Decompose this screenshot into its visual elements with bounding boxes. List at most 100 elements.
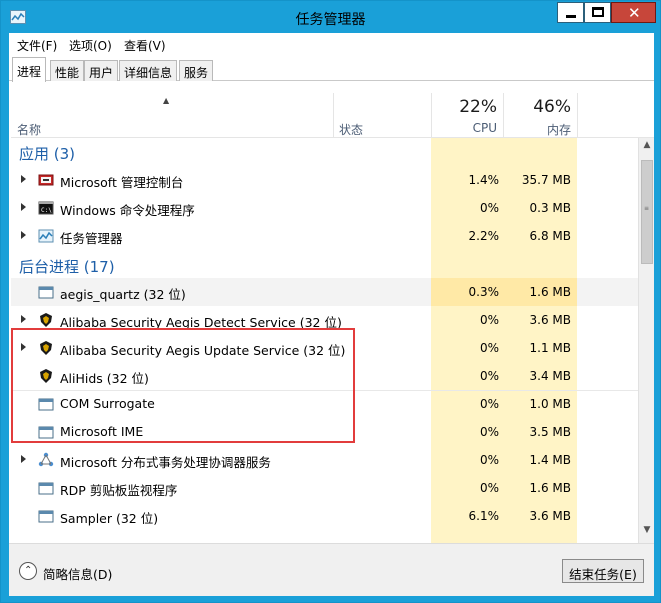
chevron-up-circle-icon: ⌃ — [19, 562, 37, 580]
grip-icon: ≡ — [644, 205, 650, 212]
highlight-annotation-box — [11, 328, 355, 443]
menu-file[interactable]: 文件(F) — [17, 37, 57, 54]
expand-arrow-icon[interactable] — [21, 203, 26, 211]
tab-users[interactable]: 用户 — [84, 60, 119, 81]
tab-details-label: 详细信息 — [124, 66, 173, 80]
column-separator[interactable] — [577, 93, 578, 138]
process-cpu: 0.3% — [468, 285, 500, 299]
process-name: Windows 命令处理程序 — [60, 203, 195, 218]
process-name: aegis_quartz (32 位) — [60, 287, 186, 302]
expand-arrow-icon[interactable] — [21, 315, 26, 323]
close-icon: ✕ — [628, 4, 641, 22]
network-icon — [38, 452, 54, 468]
maximize-icon — [592, 7, 604, 17]
process-cpu: 0% — [479, 341, 499, 355]
process-cpu: 6.1% — [468, 509, 500, 523]
cmd-icon: C:\ — [38, 200, 54, 216]
tab-details[interactable]: 详细信息 — [119, 60, 178, 81]
process-memory: 1.6 MB — [529, 285, 571, 299]
column-name-label: 名称 — [17, 123, 42, 137]
process-memory: 1.4 MB — [529, 453, 571, 467]
process-row[interactable]: RDP 剪贴板监视程序 0% 1.6 MB — [11, 474, 638, 502]
process-name: Sampler (32 位) — [60, 511, 159, 526]
process-name: 任务管理器 — [60, 231, 123, 246]
process-cpu: 0% — [479, 453, 499, 467]
fewer-details-label: 简略信息(D) — [43, 567, 113, 582]
process-row[interactable]: aegis_quartz (32 位) 0.3% 1.6 MB — [11, 278, 638, 306]
process-memory: 3.6 MB — [529, 313, 571, 327]
column-cpu-label: CPU — [472, 121, 497, 135]
tab-strip: 进程 性能 用户 详细信息 服务 — [9, 55, 654, 82]
column-name[interactable]: 名称 — [11, 93, 333, 138]
task-manager-icon — [38, 228, 54, 244]
process-name: Microsoft 分布式事务处理协调器服务 — [60, 455, 271, 470]
menu-options[interactable]: 选项(O) — [69, 37, 112, 54]
memory-total-percent: 46% — [533, 97, 571, 117]
column-status[interactable]: 状态 — [334, 93, 431, 138]
process-name: RDP 剪贴板监视程序 — [60, 483, 178, 498]
client-area: 文件(F) 选项(O) 查看(V) 进程 性能 用户 详细信息 服务 ▲ 名称 … — [9, 33, 654, 596]
window-icon — [38, 480, 54, 496]
process-memory: 3.6 MB — [529, 509, 571, 523]
process-memory: 1.0 MB — [529, 397, 571, 411]
process-row[interactable]: 任务管理器 2.2% 6.8 MB — [11, 222, 638, 250]
scrollbar-thumb[interactable]: ≡ — [641, 160, 653, 264]
menu-bar: 文件(F) 选项(O) 查看(V) — [9, 33, 654, 55]
end-task-button[interactable]: 结束任务(E) — [562, 559, 644, 583]
tab-services-label: 服务 — [184, 66, 209, 80]
tab-users-label: 用户 — [89, 66, 114, 80]
process-memory: 1.1 MB — [529, 341, 571, 355]
task-manager-window: 任务管理器 ✕ 文件(F) 选项(O) 查看(V) 进程 性能 用户 详细信息 … — [0, 0, 661, 603]
group-header-background[interactable]: 后台进程 (17) — [19, 256, 115, 277]
mmc-icon — [38, 172, 54, 188]
process-memory: 3.4 MB — [529, 369, 571, 383]
process-name: Microsoft 管理控制台 — [60, 175, 184, 190]
title-bar: 任务管理器 ✕ — [1, 1, 660, 33]
scroll-up-arrow-icon[interactable]: ▲ — [639, 140, 655, 156]
menu-view[interactable]: 查看(V) — [124, 37, 166, 54]
process-memory: 6.8 MB — [529, 229, 571, 243]
column-cpu[interactable]: 22% CPU — [432, 93, 503, 138]
process-memory: 3.5 MB — [529, 425, 571, 439]
svg-text:C:\: C:\ — [41, 207, 52, 214]
process-row[interactable]: Microsoft 分布式事务处理协调器服务 0% 1.4 MB — [11, 446, 638, 474]
column-memory[interactable]: 46% 内存 — [504, 93, 577, 138]
group-header-apps[interactable]: 应用 (3) — [19, 143, 75, 164]
tab-processes-label: 进程 — [17, 65, 42, 79]
process-cpu: 0% — [479, 397, 499, 411]
expand-arrow-icon[interactable] — [21, 175, 26, 183]
maximize-button[interactable] — [584, 2, 611, 23]
column-status-label: 状态 — [339, 123, 364, 137]
process-list-panel: ▲ 名称 状态 22% CPU 46% 内存 应用 (3) Microsoft … — [11, 93, 654, 543]
scroll-down-arrow-icon[interactable]: ▼ — [639, 525, 655, 541]
expand-arrow-icon[interactable] — [21, 455, 26, 463]
close-button[interactable]: ✕ — [611, 2, 656, 23]
window-icon — [38, 508, 54, 524]
minimize-icon — [566, 15, 576, 18]
process-cpu: 0% — [479, 481, 499, 495]
expand-arrow-icon[interactable] — [21, 231, 26, 239]
cpu-total-percent: 22% — [459, 97, 497, 117]
process-memory: 1.6 MB — [529, 481, 571, 495]
shield-bug-icon — [38, 312, 54, 328]
process-cpu: 0% — [479, 201, 499, 215]
minimize-button[interactable] — [557, 2, 584, 23]
vertical-scrollbar[interactable]: ▲ ≡ ▼ — [638, 138, 654, 543]
process-row[interactable]: Microsoft 管理控制台 1.4% 35.7 MB — [11, 166, 638, 194]
window-icon — [38, 284, 54, 300]
tab-processes[interactable]: 进程 — [12, 57, 47, 82]
process-memory: 35.7 MB — [521, 173, 571, 187]
tab-services[interactable]: 服务 — [179, 60, 214, 81]
process-cpu: 0% — [479, 425, 499, 439]
end-task-label: 结束任务(E) — [569, 567, 637, 582]
process-row[interactable]: C:\ Windows 命令处理程序 0% 0.3 MB — [11, 194, 638, 222]
tab-performance[interactable]: 性能 — [50, 60, 85, 81]
column-memory-label: 内存 — [546, 123, 571, 137]
column-header: ▲ 名称 状态 22% CPU 46% 内存 — [11, 93, 654, 138]
footer-bar: ⌃ 简略信息(D) 结束任务(E) — [9, 543, 654, 596]
process-row[interactable]: Sampler (32 位) 6.1% 3.6 MB — [11, 502, 638, 530]
process-cpu: 2.2% — [468, 229, 500, 243]
process-cpu: 0% — [479, 369, 499, 383]
process-cpu: 0% — [479, 313, 499, 327]
tab-performance-label: 性能 — [55, 66, 80, 80]
